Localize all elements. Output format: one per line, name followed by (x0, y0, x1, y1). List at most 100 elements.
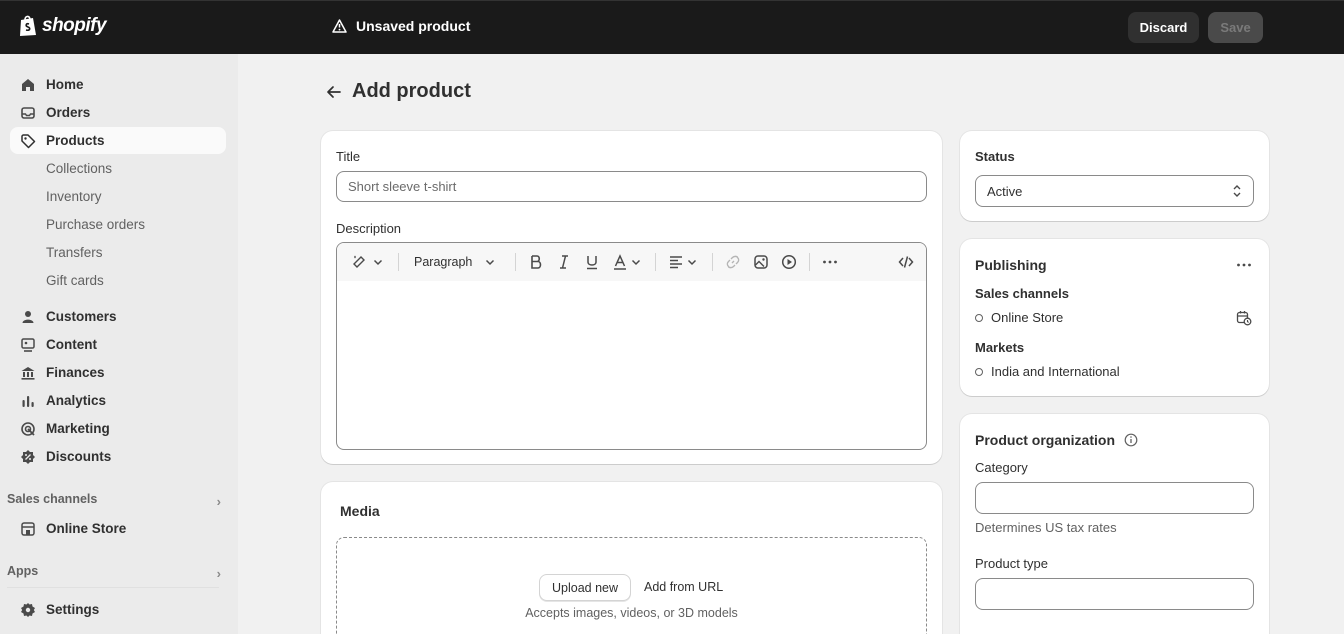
link-icon (726, 255, 740, 269)
product-type-input[interactable] (975, 578, 1254, 610)
status-value: Active (987, 184, 1023, 199)
more-icon (823, 260, 837, 264)
sidebar-item-label: Transfers (46, 245, 103, 260)
category-help-text: Determines US tax rates (975, 520, 1117, 535)
apps-header[interactable]: Apps › (7, 564, 221, 584)
target-icon (21, 422, 35, 436)
magic-icon (353, 255, 365, 268)
description-editor: Paragraph (336, 242, 927, 450)
more-options-icon[interactable] (1236, 257, 1252, 273)
sidebar-item-label: Online Store (46, 521, 127, 536)
sidebar-item-content[interactable]: Content (10, 331, 226, 358)
sidebar-item-label: Settings (46, 602, 100, 617)
media-accepts-text: Accepts images, videos, or 3D models (525, 606, 738, 620)
sidebar-item-inventory[interactable]: Inventory (10, 183, 226, 210)
discard-button[interactable]: Discard (1128, 12, 1199, 43)
sidebar-item-products[interactable]: Products (10, 127, 226, 154)
sales-channels-header[interactable]: Sales channels › (7, 492, 221, 512)
text-color-icon (614, 254, 626, 270)
sidebar-item-marketing[interactable]: Marketing (10, 415, 226, 442)
chevron-down-icon (373, 259, 383, 266)
video-icon (781, 254, 797, 270)
shopify-logo[interactable]: shopify (18, 14, 107, 38)
sidebar-item-purchase-orders[interactable]: Purchase orders (10, 211, 226, 238)
align-icon (670, 256, 682, 269)
underline-button[interactable] (584, 253, 600, 271)
title-label: Title (336, 149, 361, 164)
sidebar-item-analytics[interactable]: Analytics (10, 387, 226, 414)
description-label: Description (336, 221, 402, 236)
sidebar-item-orders[interactable]: Orders (10, 99, 226, 126)
product-organization-title: Product organization (975, 432, 1115, 448)
person-icon (22, 311, 34, 323)
apps-label: Apps (7, 564, 39, 578)
warning-icon (332, 19, 347, 33)
bold-button[interactable] (528, 253, 544, 271)
sales-channels-label: Sales channels (7, 492, 98, 506)
editor-toolbar: Paragraph (337, 243, 926, 281)
sidebar-item-discounts[interactable]: Discounts (10, 443, 226, 470)
sidebar-item-label: Collections (46, 161, 113, 176)
markets-subtitle: Markets (975, 340, 1025, 355)
sidebar-item-label: Customers (46, 309, 117, 324)
chevron-down-icon (486, 259, 495, 266)
home-icon (22, 79, 34, 91)
add-from-url-link[interactable]: Add from URL (644, 580, 723, 594)
sidebar-item-label: Discounts (46, 449, 112, 464)
sidebar-item-label: Marketing (46, 421, 110, 436)
product-type-label: Product type (975, 556, 1048, 571)
sidebar-item-label: Inventory (46, 189, 102, 204)
sidebar-item-label: Gift cards (46, 273, 104, 288)
category-input[interactable] (975, 482, 1254, 514)
underline-icon (587, 256, 597, 270)
sidebar-item-finances[interactable]: Finances (10, 359, 226, 386)
sidebar-item-gift-cards[interactable]: Gift cards (10, 267, 226, 294)
image-button[interactable] (753, 253, 769, 271)
chevron-down-icon (631, 259, 641, 266)
back-arrow-icon[interactable] (325, 83, 343, 101)
align-dropdown[interactable] (668, 253, 698, 271)
save-button[interactable]: Save (1208, 12, 1263, 43)
sidebar-item-customers[interactable]: Customers (10, 303, 226, 330)
image-icon (754, 255, 768, 269)
market-value: India and International (991, 364, 1120, 379)
link-button[interactable] (725, 253, 741, 271)
code-icon (898, 256, 914, 268)
sidebar-item-settings[interactable]: Settings (10, 596, 226, 623)
category-label: Category (975, 460, 1028, 475)
text-color-dropdown[interactable] (612, 253, 642, 271)
brand-name: shopify (42, 15, 107, 36)
paragraph-dropdown[interactable]: Paragraph (414, 253, 496, 271)
sidebar-item-home[interactable]: Home (10, 71, 226, 98)
unsaved-status: Unsaved product (332, 18, 470, 34)
magic-dropdown[interactable] (351, 253, 384, 271)
chevron-right-icon: › (216, 566, 221, 581)
sidebar-item-transfers[interactable]: Transfers (10, 239, 226, 266)
title-input[interactable] (336, 171, 927, 202)
info-icon[interactable] (1124, 433, 1138, 447)
toolbar-divider (809, 253, 810, 271)
sales-channels-subtitle: Sales channels (975, 286, 1069, 301)
sidebar-item-label: Home (46, 77, 84, 92)
shopify-bag-icon (20, 15, 36, 36)
chevron-right-icon: › (216, 494, 221, 509)
publishing-title: Publishing (975, 257, 1047, 273)
video-button[interactable] (781, 253, 797, 271)
status-select[interactable]: Active (975, 175, 1254, 207)
italic-button[interactable] (556, 253, 572, 271)
toolbar-divider (712, 253, 713, 271)
sidebar: Home Orders Products Collections Invento… (0, 54, 238, 634)
code-view-button[interactable] (898, 253, 914, 271)
calendar-clock-icon[interactable] (1236, 310, 1252, 326)
more-button[interactable] (822, 253, 838, 271)
discount-icon (21, 450, 35, 464)
sidebar-item-collections[interactable]: Collections (10, 155, 226, 182)
sidebar-item-online-store[interactable]: Online Store (10, 515, 226, 542)
status-dot-icon (975, 368, 983, 376)
description-text-area[interactable] (337, 281, 926, 449)
toolbar-divider (515, 253, 516, 271)
sidebar-item-label: Products (46, 133, 105, 148)
upload-new-button[interactable]: Upload new (539, 574, 631, 601)
italic-icon (560, 255, 568, 269)
media-title: Media (340, 503, 380, 519)
